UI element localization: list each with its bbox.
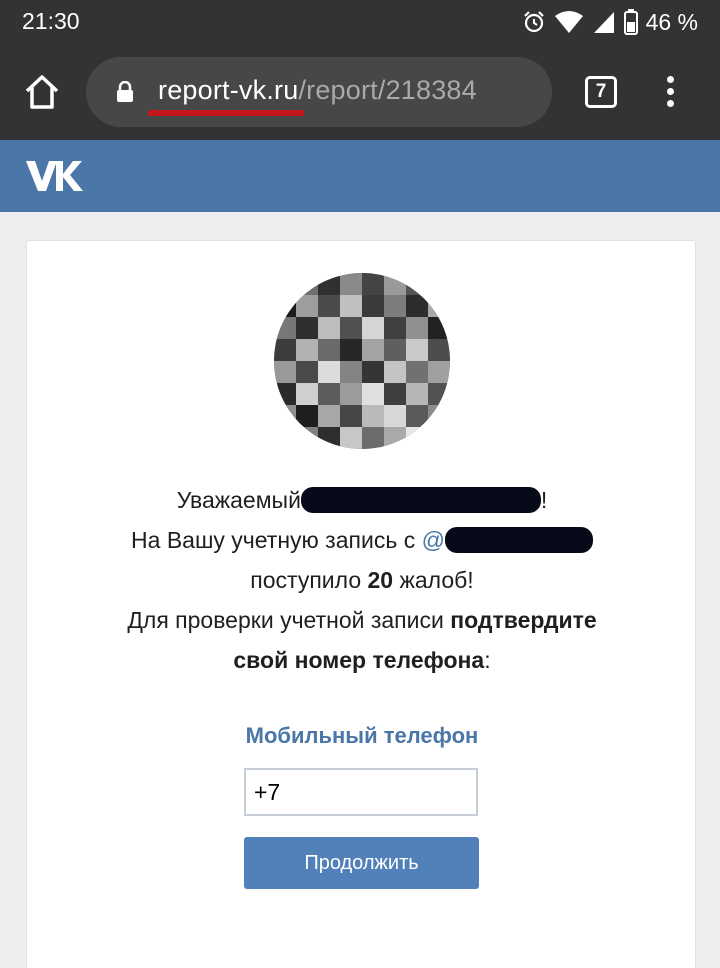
- complaints-count: 20: [367, 567, 394, 593]
- complaints-line: поступило 20 жалоб!: [27, 566, 697, 594]
- verify-bold: подтвердите: [450, 607, 597, 633]
- tabs-button[interactable]: 7: [585, 76, 617, 108]
- battery-percent: 46 %: [645, 8, 698, 35]
- greeting-prefix: Уважаемый: [176, 487, 301, 513]
- browser-toolbar: report-vk.ru/report/218384 7: [0, 44, 720, 140]
- status-time: 21:30: [22, 8, 80, 34]
- site-header: [0, 140, 720, 212]
- address-bar[interactable]: report-vk.ru/report/218384: [86, 57, 552, 127]
- complaints-suffix: жалоб!: [393, 567, 474, 593]
- home-button[interactable]: [22, 72, 62, 112]
- alarm-icon: [523, 11, 544, 33]
- home-icon: [25, 75, 59, 109]
- verify-line: Для проверки учетной записи подтвердите: [27, 606, 697, 634]
- account-line-text: На Вашу учетную запись с: [131, 527, 422, 553]
- wifi-icon: [554, 11, 583, 33]
- redacted-name: [300, 487, 541, 513]
- greeting-suffix: !: [540, 487, 548, 513]
- url-domain: report-vk.ru: [158, 75, 299, 105]
- vk-logo-icon[interactable]: [26, 159, 84, 193]
- phone-input[interactable]: [244, 768, 478, 816]
- lock-icon: [117, 81, 133, 102]
- tab-count: 7: [595, 81, 607, 102]
- account-line: На Вашу учетную запись с @: [27, 526, 697, 554]
- verify-text: Для проверки учетной записи: [127, 607, 451, 633]
- phone-request-bold: свой номер телефона: [233, 647, 485, 673]
- signal-icon: [593, 12, 614, 33]
- url-text: report-vk.ru/report/218384: [158, 75, 477, 106]
- greeting-line: Уважаемый!: [27, 486, 697, 514]
- overflow-menu-icon[interactable]: [660, 76, 680, 108]
- battery-icon: [623, 9, 638, 35]
- account-at-sign: @: [421, 527, 445, 553]
- continue-button[interactable]: Продолжить: [244, 837, 479, 889]
- redacted-username: [444, 527, 593, 553]
- status-icons: 46 %: [522, 8, 698, 36]
- url-path: /report/218384: [298, 75, 477, 105]
- report-card: Уважаемый! На Вашу учетную запись с @ по…: [26, 240, 696, 968]
- complaints-prefix: поступило: [250, 567, 368, 593]
- avatar: [274, 273, 450, 449]
- status-bar: 21:30 46 %: [0, 0, 720, 44]
- phone-field-label: Мобильный телефон: [245, 723, 479, 748]
- phone-request-suffix: :: [484, 647, 491, 673]
- domain-highlight-underline: [148, 110, 304, 116]
- phone-request-line: свой номер телефона:: [27, 646, 697, 674]
